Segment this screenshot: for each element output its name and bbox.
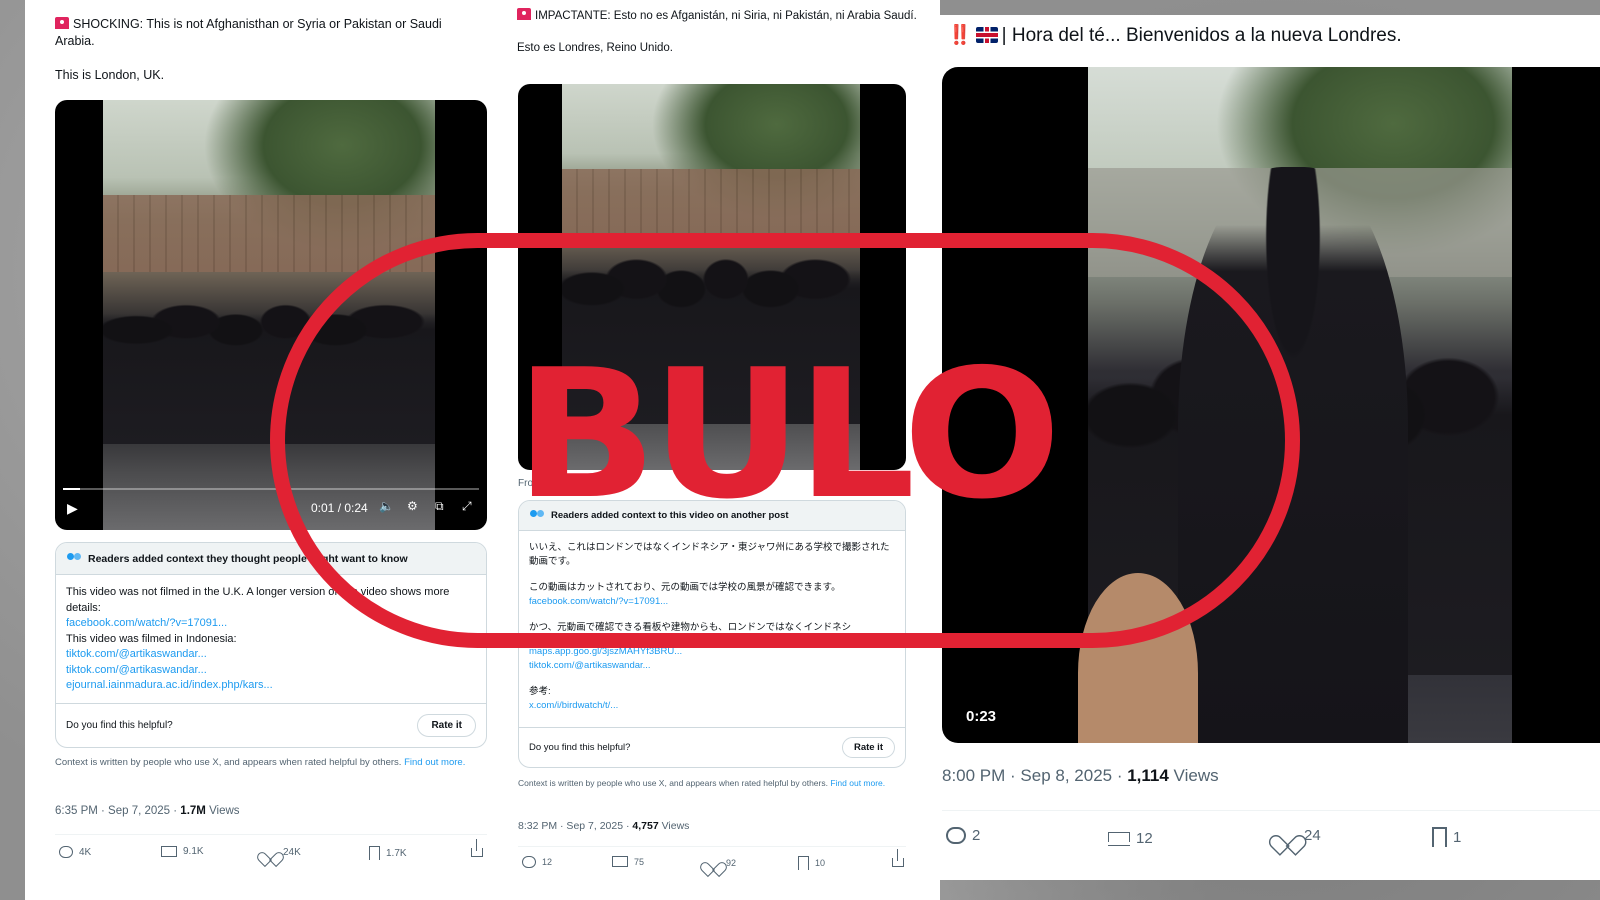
like-button[interactable]: 24: [1276, 827, 1321, 844]
post-text-line: SHOCKING: This is not Afghanisthan or Sy…: [55, 17, 442, 48]
note-link[interactable]: tiktok.com/@artikaswandar...: [66, 663, 476, 679]
repost-button[interactable]: 9.1K: [161, 846, 204, 857]
note-disclaimer: Context is written by people who use X, …: [518, 778, 886, 788]
post-meta: 8:32 PM · Sep 7, 2025 · 4,757 Views: [518, 820, 690, 832]
double-exclamation-icon: ‼️: [948, 25, 972, 46]
repost-button[interactable]: 12: [1108, 830, 1153, 847]
post-text: SHOCKING: This is not Afghanisthan or Sy…: [55, 16, 475, 101]
hoax-stamp-label: BULO: [514, 331, 1062, 538]
share-icon: [471, 839, 483, 857]
repost-icon: [612, 856, 628, 867]
note-link[interactable]: x.com/i/birdwatch/t/...: [529, 699, 895, 713]
bookmark-button[interactable]: 1.7K: [369, 846, 407, 860]
note-link[interactable]: tiktok.com/@artikaswandar...: [66, 647, 476, 663]
reply-icon: [522, 856, 536, 868]
reply-button[interactable]: 4K: [59, 846, 91, 858]
note-footer: Do you find this helpful? Rate it: [519, 727, 905, 767]
heart-icon: [706, 856, 720, 869]
reply-icon: [59, 846, 73, 858]
helpful-question: Do you find this helpful?: [529, 742, 631, 753]
reply-button[interactable]: 12: [522, 856, 552, 868]
heart-icon: [263, 846, 277, 859]
share-icon: [892, 849, 904, 867]
post-text: ‼️ | Hora del té... Bienvenidos a la nuev…: [948, 25, 1402, 46]
repost-icon: [1108, 831, 1130, 846]
play-icon[interactable]: ▶: [67, 500, 78, 517]
repost-button[interactable]: 75: [612, 856, 644, 867]
people-icon: [66, 553, 82, 564]
find-out-more-link[interactable]: Find out more.: [404, 757, 465, 768]
uk-flag-icon: [975, 27, 998, 43]
post-meta: 6:35 PM · Sep 7, 2025 · 1.7M Views: [55, 805, 240, 817]
like-button[interactable]: 92: [706, 856, 736, 869]
siren-icon: [517, 8, 531, 20]
find-out-more-link[interactable]: Find out more.: [830, 778, 885, 788]
rate-it-button[interactable]: Rate it: [841, 737, 895, 758]
note-disclaimer: Context is written by people who use X, …: [55, 757, 466, 768]
bookmark-button[interactable]: 10: [798, 856, 825, 870]
share-button[interactable]: [471, 839, 483, 857]
repost-icon: [161, 846, 177, 857]
siren-icon: [55, 17, 69, 29]
reply-button[interactable]: 2: [946, 827, 980, 844]
note-link[interactable]: ejournal.iainmadura.ac.id/index.php/kars…: [66, 678, 476, 694]
bookmark-icon: [798, 856, 809, 870]
bookmark-icon: [369, 846, 380, 860]
note-footer: Do you find this helpful? Rate it: [56, 703, 486, 747]
post-meta: 8:00 PM · Sep 8, 2025 · 1,114 Views: [942, 766, 1219, 785]
reply-icon: [946, 827, 966, 844]
rate-it-button[interactable]: Rate it: [417, 714, 476, 737]
note-link[interactable]: tiktok.com/@artikaswandar...: [529, 659, 895, 673]
share-button[interactable]: [892, 849, 904, 867]
heart-icon: [1277, 826, 1297, 844]
helpful-question: Do you find this helpful?: [66, 720, 173, 731]
post-text-line: This is London, UK.: [55, 68, 165, 82]
video-time: 0:23: [966, 708, 997, 725]
bookmark-icon: [1432, 827, 1447, 847]
bookmark-button[interactable]: 1: [1432, 827, 1461, 847]
like-button[interactable]: 24K: [263, 846, 301, 859]
post-text: IMPACTANTE: Esto no es Afganistán, ni Si…: [517, 8, 917, 54]
